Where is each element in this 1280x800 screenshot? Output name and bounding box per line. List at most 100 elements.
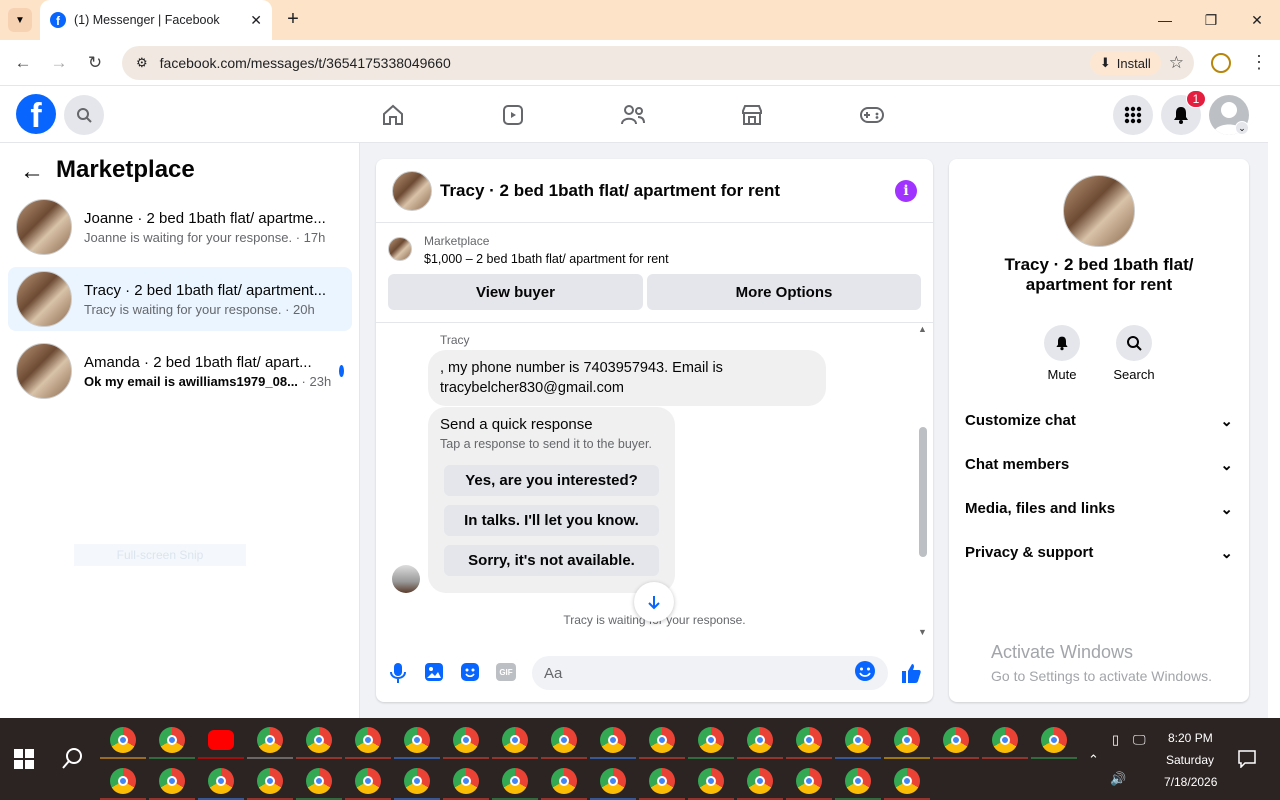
chrome-app-icon[interactable] — [747, 727, 773, 753]
chrome-app-icon[interactable] — [453, 727, 479, 753]
chat-members-section[interactable]: Chat members ⌄ — [965, 456, 1233, 474]
message-scrollbar[interactable] — [919, 427, 927, 557]
chrome-app-icon[interactable] — [257, 768, 283, 794]
site-info-icon[interactable]: ⚙ — [136, 55, 148, 71]
chrome-app-icon[interactable] — [698, 727, 724, 753]
chrome-app-icon[interactable] — [502, 768, 528, 794]
chrome-app-icon[interactable] — [159, 768, 185, 794]
chrome-app-icon[interactable] — [649, 768, 675, 794]
chrome-app-icon[interactable] — [404, 727, 430, 753]
chrome-menu-icon[interactable]: ⋮ — [1250, 52, 1268, 73]
conversation-joanne[interactable]: Joanne · 2 bed 1bath flat/ apartme... Jo… — [8, 195, 352, 259]
chrome-app-icon[interactable] — [600, 768, 626, 794]
thumbs-up-icon[interactable] — [900, 662, 922, 689]
forward-arrow-icon[interactable]: → — [44, 48, 74, 78]
conversation-tracy[interactable]: Tracy · 2 bed 1bath flat/ apartment... T… — [8, 267, 352, 331]
chrome-app-icon[interactable] — [1041, 727, 1067, 753]
quick-reply-interested[interactable]: Yes, are you interested? — [444, 465, 659, 496]
chat-title[interactable]: Tracy · 2 bed 1bath flat/ apartment for … — [440, 181, 895, 201]
address-bar[interactable]: ⚙ facebook.com/messages/t/36541753380496… — [122, 46, 1194, 80]
chrome-app-icon[interactable] — [992, 727, 1018, 753]
sticker-icon[interactable] — [460, 662, 480, 687]
chrome-app-icon[interactable] — [110, 768, 136, 794]
chrome-app-icon[interactable] — [306, 768, 332, 794]
chrome-app-icon[interactable] — [845, 727, 871, 753]
fb-search-icon[interactable] — [64, 95, 104, 135]
privacy-support-section[interactable]: Privacy & support ⌄ — [965, 544, 1233, 562]
menu-grid-icon[interactable] — [1113, 95, 1153, 135]
tray-overflow-icon[interactable]: ⌃ — [1088, 752, 1099, 768]
bookmark-star-icon[interactable]: ☆ — [1169, 53, 1184, 73]
chrome-app-icon[interactable] — [796, 768, 822, 794]
chrome-app-icon[interactable] — [355, 727, 381, 753]
friends-icon[interactable] — [618, 100, 648, 130]
conversation-amanda[interactable]: Amanda · 2 bed 1bath flat/ apart... Ok m… — [8, 339, 352, 403]
close-window-icon[interactable]: ✕ — [1234, 0, 1280, 40]
chrome-app-icon[interactable] — [404, 768, 430, 794]
page-scrollbar[interactable] — [1268, 86, 1280, 718]
search-conversation-button[interactable]: Search — [1104, 325, 1164, 382]
chrome-app-icon[interactable] — [551, 768, 577, 794]
minimize-icon[interactable]: — — [1142, 0, 1188, 40]
chrome-app-icon[interactable] — [208, 768, 234, 794]
taskbar-date[interactable]: 7/18/2026 — [1164, 775, 1217, 789]
chrome-app-icon[interactable] — [943, 727, 969, 753]
chrome-app-icon[interactable] — [453, 768, 479, 794]
microphone-icon[interactable] — [388, 662, 408, 689]
view-buyer-button[interactable]: View buyer — [388, 274, 643, 310]
chrome-app-icon[interactable] — [894, 727, 920, 753]
network-icon[interactable]: 🖵 — [1133, 732, 1146, 748]
chrome-app-icon[interactable] — [110, 727, 136, 753]
gif-icon[interactable]: GIF — [496, 663, 516, 681]
message-composer[interactable]: Aa — [532, 656, 888, 690]
volume-icon[interactable]: 🔊 — [1110, 771, 1126, 787]
youtube-icon[interactable] — [208, 730, 234, 750]
chrome-app-icon[interactable] — [257, 727, 283, 753]
scroll-up-icon[interactable]: ▲ — [918, 324, 927, 334]
back-arrow-icon[interactable]: ← — [20, 158, 44, 186]
sender-avatar[interactable] — [392, 565, 420, 593]
chrome-app-icon[interactable] — [502, 727, 528, 753]
taskbar-time[interactable]: 8:20 PM — [1168, 731, 1213, 745]
video-icon[interactable] — [498, 100, 528, 130]
scroll-to-bottom-icon[interactable] — [634, 582, 674, 622]
home-icon[interactable] — [378, 100, 408, 130]
account-chevron-icon[interactable]: ⌄ — [1235, 121, 1249, 135]
action-center-icon[interactable] — [1238, 750, 1256, 773]
url-text[interactable]: facebook.com/messages/t/3654175338049660 — [160, 55, 1090, 71]
chrome-app-icon[interactable] — [698, 768, 724, 794]
profile-icon[interactable] — [1211, 53, 1231, 73]
chrome-app-icon[interactable] — [306, 727, 332, 753]
gaming-icon[interactable] — [857, 100, 887, 130]
tray-device-icon[interactable]: ▯ — [1112, 732, 1119, 748]
browser-tab-messenger[interactable]: f (1) Messenger | Facebook ✕ — [40, 0, 272, 40]
more-options-button[interactable]: More Options — [647, 274, 921, 310]
marketplace-icon[interactable] — [737, 100, 767, 130]
new-tab-icon[interactable]: + — [282, 8, 304, 30]
windows-start-icon[interactable] — [14, 749, 34, 774]
customize-chat-section[interactable]: Customize chat ⌄ — [965, 412, 1233, 430]
chrome-app-icon[interactable] — [796, 727, 822, 753]
listing-price-title[interactable]: $1,000 – 2 bed 1bath flat/ apartment for… — [424, 252, 669, 266]
chrome-app-icon[interactable] — [600, 727, 626, 753]
quick-reply-not-available[interactable]: Sorry, it's not available. — [444, 545, 659, 576]
quick-reply-in-talks[interactable]: In talks. I'll let you know. — [444, 505, 659, 536]
taskbar-search-icon[interactable] — [61, 747, 83, 776]
composer-placeholder[interactable]: Aa — [544, 665, 854, 682]
tab-search-icon[interactable]: ▼ — [8, 8, 32, 32]
facebook-logo-icon[interactable]: f — [16, 94, 56, 134]
info-icon[interactable]: i — [895, 179, 917, 202]
reload-icon[interactable]: ↻ — [80, 48, 110, 78]
tab-close-icon[interactable]: ✕ — [250, 12, 262, 29]
chrome-app-icon[interactable] — [355, 768, 381, 794]
chrome-app-icon[interactable] — [894, 768, 920, 794]
chat-avatar[interactable] — [392, 170, 432, 211]
install-app-button[interactable]: ⬇ Install — [1089, 51, 1161, 75]
chrome-app-icon[interactable] — [747, 768, 773, 794]
restore-icon[interactable]: ❐ — [1188, 0, 1234, 40]
chrome-app-icon[interactable] — [845, 768, 871, 794]
emoji-icon[interactable] — [854, 660, 876, 686]
scroll-down-icon[interactable]: ▼ — [918, 627, 927, 637]
chrome-app-icon[interactable] — [649, 727, 675, 753]
photo-icon[interactable] — [424, 662, 444, 687]
